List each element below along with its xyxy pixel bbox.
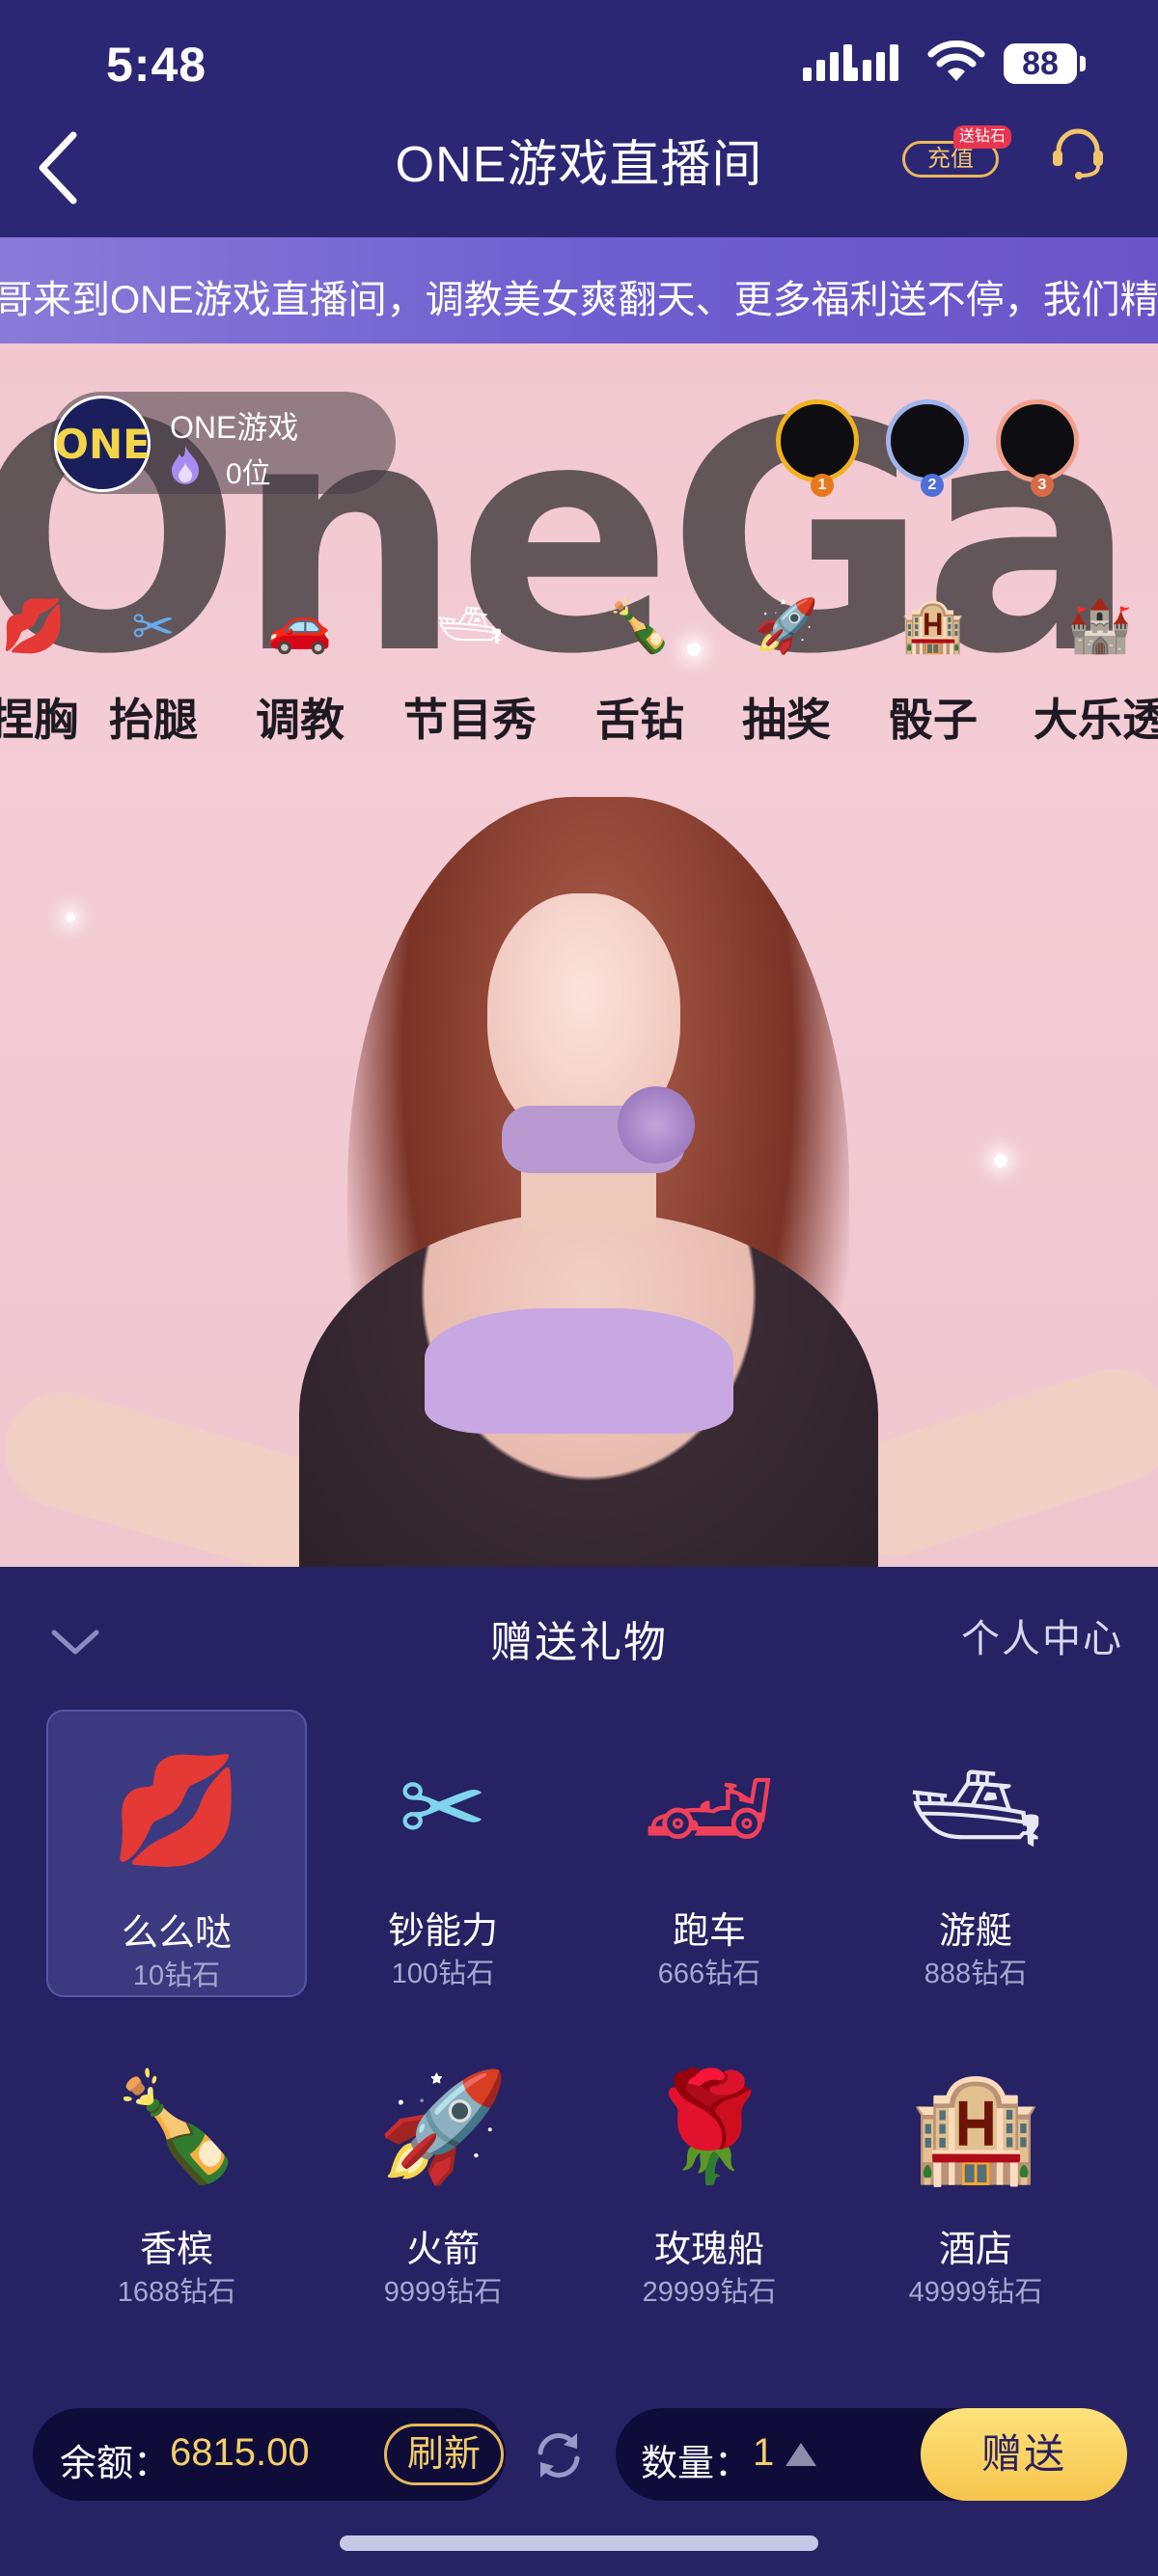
- gift-item-pao-che[interactable]: 🏎 跑车 666钻石: [579, 1710, 840, 1997]
- scissor-gift-icon: ✂: [131, 597, 176, 656]
- refresh-button[interactable]: 刷新: [384, 2424, 504, 2485]
- menu-item-tiao-jiao[interactable]: 🚗 调教: [228, 585, 372, 749]
- menu-item-label: 抬腿: [109, 695, 198, 745]
- scissor-gift-icon: ✂: [398, 1749, 488, 1868]
- yacht-icon: 🛥: [436, 596, 504, 655]
- gift-name: 火箭: [405, 2230, 480, 2270]
- gift-price: 100钻石: [391, 1959, 495, 1989]
- customer-service-icon[interactable]: [1046, 122, 1110, 185]
- balance-bar: 余额： 6815.00 刷新: [33, 2408, 506, 2501]
- personal-center-link[interactable]: 个人中心: [961, 1607, 1123, 1663]
- home-indicator: [340, 2535, 818, 2551]
- castle-icon: 🏰: [1067, 596, 1133, 655]
- send-gift-button[interactable]: 赠送: [921, 2408, 1127, 2501]
- status-time: 5:48: [106, 38, 207, 92]
- gift-price: 1688钻石: [117, 2277, 236, 2308]
- status-bar: 5:48 88: [0, 0, 1158, 116]
- stream-menu-row: 💋 捏胸 ✂ 抬腿 🚗 调教 🛥 节目秀 🍾 舌钻 🚀 抽奖 🏨 骰子 🏰 大乐…: [0, 585, 1158, 749]
- rank-2-badge: 2: [921, 474, 944, 497]
- gift-name: 钞能力: [387, 1911, 498, 1952]
- host-avatar: ONE: [54, 396, 151, 492]
- menu-item-label: 骰子: [889, 695, 978, 745]
- kiss-lips-icon: 💋: [110, 1750, 243, 1870]
- recharge-promo-badge: 送钻石: [953, 125, 1012, 149]
- love-car-icon: 🏎: [642, 1748, 777, 1868]
- menu-item-chou-jiang[interactable]: 🚀 抽奖: [714, 585, 859, 749]
- gift-item-jiu-dian[interactable]: 🏨 酒店 49999钻石: [845, 2028, 1106, 2316]
- triangle-up-icon[interactable]: [784, 2439, 818, 2468]
- gift-item-mei-gui-chuan[interactable]: 🌹 玫瑰船 29999钻石: [579, 2028, 840, 2316]
- live-video-stream[interactable]: OneGame ONE ONE游戏 0位 1 2 3 💋 捏胸 ✂: [0, 343, 1158, 1567]
- yacht-icon: 🛥: [908, 1748, 1043, 1868]
- performer-rose: [618, 1086, 695, 1164]
- menu-item-jie-mu-xiu[interactable]: 🛥 节目秀: [398, 585, 542, 749]
- menu-item-label: 节目秀: [403, 695, 537, 745]
- rose-boat-icon: 🌹: [643, 2067, 776, 2186]
- rank-1-badge: 1: [811, 474, 834, 497]
- menu-item-she-zuan[interactable]: 🍾 舌钻: [567, 585, 712, 749]
- gift-item-you-ting[interactable]: 🛥 游艇 888钻石: [845, 1710, 1106, 1997]
- performer-top: [425, 1308, 733, 1434]
- rocket-icon: 🚀: [754, 596, 819, 655]
- menu-item-da-le-tou[interactable]: 🏰 大乐透: [1013, 585, 1158, 749]
- menu-item-label: 调教: [256, 695, 345, 745]
- love-car-icon: 🚗: [267, 596, 333, 655]
- sync-icon[interactable]: [529, 2425, 589, 2485]
- quantity-value: 1: [753, 2431, 775, 2474]
- top-rank-3-avatar[interactable]: 3: [996, 399, 1079, 497]
- gift-item-chao-neng-li[interactable]: ✂ 钞能力 100钻石: [313, 1710, 573, 1997]
- hotel-icon: 🏨: [900, 596, 966, 655]
- cellular-signal-icon: [803, 41, 852, 81]
- menu-item-tou-zi[interactable]: 🏨 骰子: [861, 585, 1006, 749]
- gift-name: 跑车: [672, 1911, 746, 1952]
- rocket-icon: 🚀: [376, 2067, 510, 2186]
- balance-label: 余额：: [60, 2444, 171, 2484]
- gift-name: 游艇: [938, 1911, 1012, 1952]
- wifi-icon: [927, 41, 985, 81]
- nav-bar: ONE游戏直播间 充值 送钻石: [0, 116, 1158, 239]
- host-fan-count: 0位: [226, 458, 271, 490]
- gift-price: 666钻石: [657, 1959, 761, 1989]
- hotel-icon: 🏨: [909, 2067, 1042, 2186]
- gift-price: 10钻石: [132, 1960, 221, 1991]
- balance-value: 6815.00: [170, 2431, 310, 2474]
- gift-item-memeda[interactable]: 💋 么么哒 10钻石: [46, 1710, 307, 1997]
- fire-icon: [172, 446, 199, 484]
- gift-item-xiang-bin[interactable]: 🍾 香槟 1688钻石: [46, 2028, 307, 2316]
- kiss-lips-icon: 💋: [1, 596, 67, 655]
- gift-name: 酒店: [938, 2230, 1012, 2270]
- sparkle: [994, 1154, 1007, 1167]
- gift-price: 29999钻石: [642, 2277, 777, 2308]
- top-rank-1-avatar[interactable]: 1: [776, 399, 859, 497]
- announcement-marquee: 哥来到ONE游戏直播间，调教美女爽翻天、更多福利送不停，我们精彩不: [0, 237, 1158, 343]
- gift-item-huo-jian[interactable]: 🚀 火箭 9999钻石: [313, 2028, 573, 2316]
- menu-item-tai-tui[interactable]: ✂ 抬腿: [81, 585, 226, 749]
- menu-item-label: 舌钻: [595, 695, 684, 745]
- top-rank-2-avatar[interactable]: 2: [886, 399, 969, 497]
- rank-3-badge: 3: [1031, 474, 1054, 497]
- battery-tip: [1080, 56, 1086, 71]
- host-info-card[interactable]: ONE ONE游戏 0位: [50, 392, 396, 494]
- gift-name: 么么哒: [121, 1913, 232, 1954]
- quantity-label: 数量：: [641, 2444, 752, 2484]
- host-name: ONE游戏: [170, 410, 299, 445]
- gift-name: 香槟: [139, 2230, 213, 2270]
- announcement-text: 哥来到ONE游戏直播间，调教美女爽翻天、更多福利送不停，我们精彩不: [0, 279, 1158, 321]
- gift-name: 玫瑰船: [653, 2230, 764, 2270]
- cellular-signal-2-icon: [849, 41, 898, 81]
- champagne-icon: 🍾: [607, 596, 673, 655]
- gift-price: 49999钻石: [908, 2277, 1043, 2308]
- battery-indicator: 88: [1004, 43, 1077, 84]
- champagne-icon: 🍾: [110, 2067, 243, 2186]
- menu-item-label: 大乐透: [1034, 695, 1158, 745]
- menu-item-label: 抽奖: [742, 695, 831, 745]
- gift-price: 888钻石: [924, 1959, 1028, 1989]
- gift-price: 9999钻石: [383, 2277, 503, 2308]
- sparkle: [66, 913, 75, 922]
